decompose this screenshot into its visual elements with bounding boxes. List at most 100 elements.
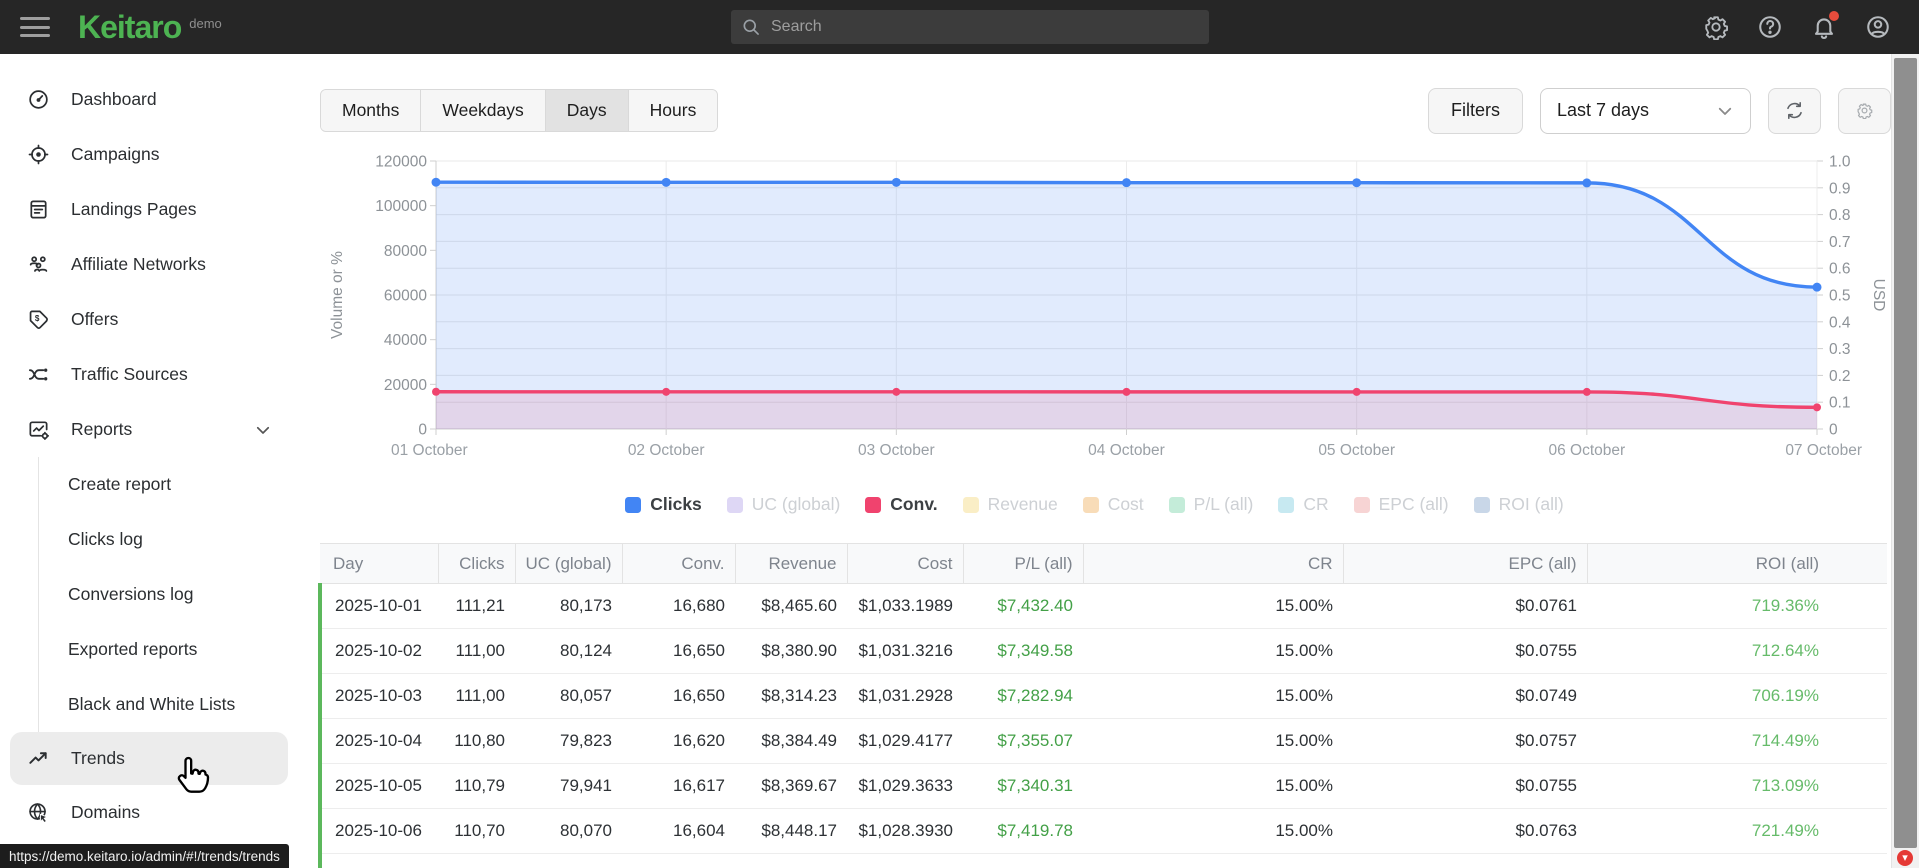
legend-item-epc-all[interactable]: EPC (all) — [1353, 494, 1449, 515]
col-header-clicks[interactable]: Clicks — [438, 543, 516, 584]
sidebar-item-affiliate-networks[interactable]: Affiliate Networks — [0, 237, 298, 292]
tab-days[interactable]: Days — [545, 90, 629, 131]
topbar: Keitaro demo — [0, 0, 1919, 54]
sidebar-item-campaigns[interactable]: Campaigns — [0, 127, 298, 182]
cell-uc-global: 80,124 — [515, 628, 622, 674]
trends-chart[interactable]: 0 0.1 0.2 0.3 0.4 0.5 0.6 0.7 0.8 0.9 1.0 01 Octobe… — [298, 148, 1891, 483]
topbar-icons — [1703, 0, 1891, 54]
svg-text:0: 0 — [1829, 422, 1838, 439]
col-header-epc-all[interactable]: EPC (all) — [1343, 543, 1588, 584]
svg-text:Volume or %: Volume or % — [329, 251, 346, 339]
legend-swatch — [625, 496, 642, 513]
cell-day: 2025-10-01 — [318, 583, 438, 629]
cell-clicks: 111,00 — [438, 628, 515, 674]
legend-item-roi-all[interactable]: ROI (all) — [1473, 494, 1564, 515]
svg-text:01 October: 01 October — [391, 442, 468, 459]
link-status-bar: https://demo.keitaro.io/admin/#!/trends/… — [0, 844, 289, 868]
cell-conv: 2,419 — [622, 853, 735, 868]
legend-item-conv[interactable]: Conv. — [865, 494, 938, 515]
chart-settings-button[interactable] — [1838, 87, 1891, 134]
cell-p-l-all: $7,432.40 — [963, 583, 1083, 629]
col-header-roi-all[interactable]: ROI (all) — [1587, 543, 1887, 584]
sidebar-item-conversions-log[interactable]: Conversions log — [0, 567, 298, 622]
cell-day: 2025-10-02 — [318, 628, 438, 674]
help-icon[interactable] — [1757, 14, 1783, 40]
col-header-revenue[interactable]: Revenue — [735, 543, 848, 584]
sidebar-item-label: Exported reports — [68, 639, 198, 659]
table-row[interactable]: 2025-10-0716,1211,4572,419$1,202.34$597.… — [318, 853, 1887, 868]
col-header-cost[interactable]: Cost — [847, 543, 964, 584]
legend-item-cost[interactable]: Cost — [1082, 494, 1144, 515]
sidebar-item-clicks-log[interactable]: Clicks log — [0, 512, 298, 567]
cell-day: 2025-10-05 — [318, 763, 438, 809]
legend-item-revenue[interactable]: Revenue — [962, 494, 1058, 515]
legend-label: CR — [1303, 494, 1329, 514]
cell-cost: $1,029.3633 — [847, 763, 963, 809]
table-row[interactable]: 2025-10-01 111,21 80,173 16,680 $8,465.60 $1,… — [318, 583, 1887, 629]
menu-icon[interactable] — [20, 17, 50, 37]
cell-cost: $1,028.3930 — [847, 808, 963, 854]
svg-text:03 October: 03 October — [858, 442, 935, 459]
cell-roi-all: 101.26% — [1587, 853, 1887, 868]
cell-cr: 15.00% — [1083, 808, 1343, 854]
legend-label: ROI (all) — [1498, 494, 1564, 514]
sidebar-item-reports[interactable]: Reports — [0, 402, 298, 457]
sidebar-item-create-report[interactable]: Create report — [0, 457, 298, 512]
sidebar-item-traffic-sources[interactable]: Traffic Sources — [0, 347, 298, 402]
col-header-p-l-all[interactable]: P/L (all) — [963, 543, 1084, 584]
tab-months[interactable]: Months — [321, 90, 422, 131]
scrollbar-thumb[interactable] — [1894, 58, 1917, 848]
filters-button[interactable]: Filters — [1428, 87, 1523, 134]
sidebar-item-dashboard[interactable]: Dashboard — [0, 72, 298, 127]
svg-text:05 October: 05 October — [1318, 442, 1395, 459]
table-row[interactable]: 2025-10-03 111,00 80,057 16,650 $8,314.23 $1,… — [318, 673, 1887, 719]
sidebar-item-label: Offers — [71, 309, 119, 329]
campaigns-icon — [27, 143, 50, 166]
sidebar-item-label: Landings Pages — [71, 199, 197, 219]
date-range-select[interactable]: Last 7 days — [1540, 87, 1751, 134]
legend-item-cr[interactable]: CR — [1278, 494, 1329, 515]
legend-item-clicks[interactable]: Clicks — [625, 494, 702, 515]
svg-text:120000: 120000 — [375, 154, 427, 171]
sidebar-item-exported-reports[interactable]: Exported reports — [0, 622, 298, 677]
legend-swatch — [962, 496, 979, 513]
table-row[interactable]: 2025-10-05 110,79 79,941 16,617 $8,369.67 $1,… — [318, 763, 1887, 809]
sidebar-item-domains[interactable]: Domains — [0, 785, 298, 840]
page-scrollbar[interactable]: ▾ — [1891, 54, 1919, 868]
notifications-icon[interactable] — [1811, 11, 1839, 40]
col-header-cr[interactable]: CR — [1083, 543, 1344, 584]
sidebar-item-offers[interactable]: $ Offers — [0, 292, 298, 347]
settings-icon[interactable] — [1703, 14, 1729, 41]
gear-icon — [1857, 103, 1873, 119]
cell-p-l-all: $7,340.31 — [963, 763, 1083, 809]
col-header-conv[interactable]: Conv. — [622, 543, 736, 584]
cell-uc-global: 80,070 — [515, 808, 622, 854]
legend-item-p-l-all[interactable]: P/L (all) — [1168, 494, 1254, 515]
sidebar-item-trends[interactable]: Trends — [10, 732, 288, 785]
keitaro-logo[interactable]: Keitaro — [78, 9, 182, 46]
keitaro-app: Keitaro demo Dashboard Campaigns Landings … — [0, 0, 1919, 868]
table-row[interactable]: 2025-10-04 110,80 79,823 16,620 $8,384.49 $1,… — [318, 718, 1887, 764]
cell-clicks: 110,79 — [438, 763, 515, 809]
cell-clicks: 110,70 — [438, 808, 515, 854]
legend-label: P/L (all) — [1193, 494, 1254, 514]
tab-weekdays[interactable]: Weekdays — [421, 90, 546, 131]
account-icon[interactable] — [1865, 14, 1891, 40]
cell-cost: $1,031.3216 — [847, 628, 963, 674]
search-input[interactable] — [771, 18, 1199, 36]
refresh-button[interactable] — [1768, 87, 1821, 134]
sidebar-item-label: Domains — [71, 802, 141, 822]
tab-hours[interactable]: Hours — [628, 90, 718, 131]
sidebar-item-label: Traffic Sources — [71, 364, 188, 384]
sidebar-item-label: Create report — [68, 474, 172, 494]
table-row[interactable]: 2025-10-06 110,70 80,070 16,604 $8,448.17 $1,… — [318, 808, 1887, 854]
cell-roi-all: 721.49% — [1587, 808, 1887, 854]
table-row[interactable]: 2025-10-02 111,00 80,124 16,650 $8,380.90 $1,… — [318, 628, 1887, 674]
col-header-day[interactable]: Day — [320, 543, 439, 584]
sidebar-item-black-and-white-lists[interactable]: Black and White Lists — [0, 677, 298, 732]
col-header-uc-global[interactable]: UC (global) — [515, 543, 623, 584]
cell-roi-all: 706.19% — [1587, 673, 1887, 719]
search-box[interactable] — [731, 10, 1209, 44]
legend-item-uc-global[interactable]: UC (global) — [726, 494, 840, 515]
sidebar-item-landings-pages[interactable]: Landings Pages — [0, 182, 298, 237]
